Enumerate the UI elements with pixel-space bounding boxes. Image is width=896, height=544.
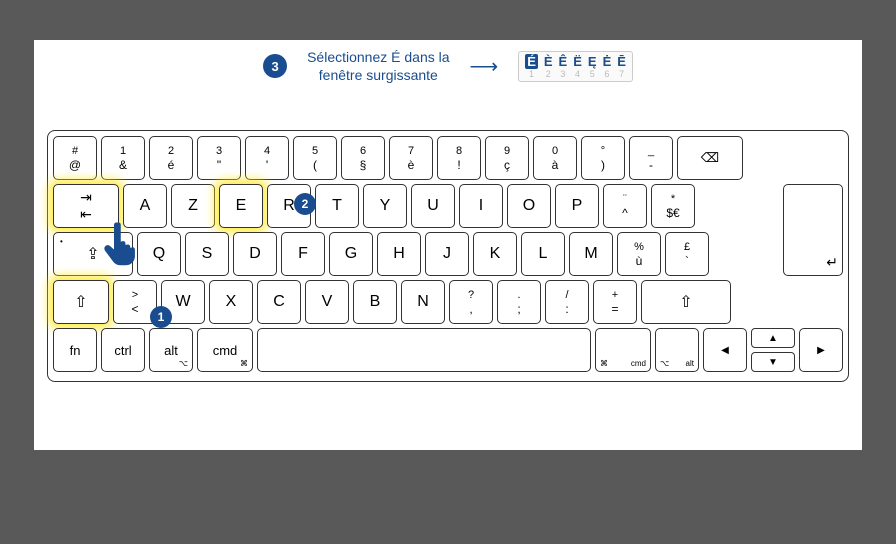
key-@[interactable]: #@ <box>53 136 97 180</box>
key-D[interactable]: D <box>233 232 277 276</box>
key-I[interactable]: I <box>459 184 503 228</box>
arrow-right-key[interactable]: ▶ <box>799 328 843 372</box>
accent-popup: É1È2Ê3Ë4Ę5Ė6Ē7 <box>518 51 633 82</box>
instruction-text: Sélectionnez É dans la fenêtre surgissan… <box>307 48 449 84</box>
key-S[interactable]: S <box>185 232 229 276</box>
key-"[interactable]: 3" <box>197 136 241 180</box>
instruction-header: 3 Sélectionnez É dans la fenêtre surgiss… <box>34 40 862 84</box>
key-ù[interactable]: %ù <box>617 232 661 276</box>
key-ç[interactable]: 9ç <box>485 136 529 180</box>
key-Y[interactable]: Y <box>363 184 407 228</box>
popup-option-Ē[interactable]: Ē7 <box>615 54 628 79</box>
key-E[interactable]: E <box>219 184 263 228</box>
key-;[interactable]: .; <box>497 280 541 324</box>
key-&[interactable]: 1& <box>101 136 145 180</box>
key-M[interactable]: M <box>569 232 613 276</box>
diagram-canvas: 3 Sélectionnez É dans la fenêtre surgiss… <box>34 40 862 450</box>
arrow-up-key[interactable]: ▲ <box>751 328 795 348</box>
key-G[interactable]: G <box>329 232 373 276</box>
key-C[interactable]: C <box>257 280 301 324</box>
key-J[interactable]: J <box>425 232 469 276</box>
key-O[interactable]: O <box>507 184 551 228</box>
spacebar-key[interactable] <box>257 328 591 372</box>
popup-option-Ë[interactable]: Ë4 <box>571 54 584 79</box>
fn-key[interactable]: fn <box>53 328 97 372</box>
key-,[interactable]: ?, <box>449 280 493 324</box>
key-([interactable]: 5( <box>293 136 337 180</box>
key-:[interactable]: /: <box>545 280 589 324</box>
key-B[interactable]: B <box>353 280 397 324</box>
arrow-left-key[interactable]: ◀ <box>703 328 747 372</box>
keyboard: #@1&2é3"4'5(6§7è8!9ç0à°)_-⌫ ⇥⇤AZERTYUIOP… <box>47 130 849 382</box>
key--[interactable]: _- <box>629 136 673 180</box>
arrow-down-key[interactable]: ▼ <box>751 352 795 372</box>
popup-option-Ę[interactable]: Ę5 <box>586 54 599 79</box>
key-^[interactable]: ¨^ <box>603 184 647 228</box>
key-=[interactable]: += <box>593 280 637 324</box>
key-è[interactable]: 7è <box>389 136 433 180</box>
popup-option-È[interactable]: È2 <box>542 54 555 79</box>
shift-left-key[interactable]: ⇧ <box>53 280 109 324</box>
key-H[interactable]: H <box>377 232 421 276</box>
key-Z[interactable]: Z <box>171 184 215 228</box>
step-3-badge: 3 <box>263 54 287 78</box>
key-é[interactable]: 2é <box>149 136 193 180</box>
key-K[interactable]: K <box>473 232 517 276</box>
key-U[interactable]: U <box>411 184 455 228</box>
step-1-badge: 1 <box>150 306 172 328</box>
key-'[interactable]: 4' <box>245 136 289 180</box>
enter-key[interactable]: ↵ <box>783 184 843 276</box>
key-X[interactable]: X <box>209 280 253 324</box>
alt-right-key[interactable]: ⌥alt <box>655 328 699 372</box>
popup-option-É[interactable]: É1 <box>523 54 540 79</box>
key-à[interactable]: 0à <box>533 136 577 180</box>
arrow-icon: ⟶ <box>470 54 499 79</box>
key-)[interactable]: °) <box>581 136 625 180</box>
key-![interactable]: 8! <box>437 136 481 180</box>
cmd-left-key[interactable]: ⌘cmd <box>197 328 253 372</box>
cmd-right-key[interactable]: ⌘cmd <box>595 328 651 372</box>
key-$€[interactable]: *$€ <box>651 184 695 228</box>
ctrl-key[interactable]: ctrl <box>101 328 145 372</box>
step-2-badge: 2 <box>294 193 316 215</box>
backspace-key[interactable]: ⌫ <box>677 136 743 180</box>
shift-right-key[interactable]: ⇧ <box>641 280 731 324</box>
alt-left-key[interactable]: ⌥alt <box>149 328 193 372</box>
key-N[interactable]: N <box>401 280 445 324</box>
popup-option-Ê[interactable]: Ê3 <box>557 54 570 79</box>
key-F[interactable]: F <box>281 232 325 276</box>
popup-option-Ė[interactable]: Ė6 <box>601 54 614 79</box>
hand-cursor-icon <box>96 218 150 284</box>
key-§[interactable]: 6§ <box>341 136 385 180</box>
key-P[interactable]: P <box>555 184 599 228</box>
key-T[interactable]: T <box>315 184 359 228</box>
key-L[interactable]: L <box>521 232 565 276</box>
key-V[interactable]: V <box>305 280 349 324</box>
key-`[interactable]: £` <box>665 232 709 276</box>
